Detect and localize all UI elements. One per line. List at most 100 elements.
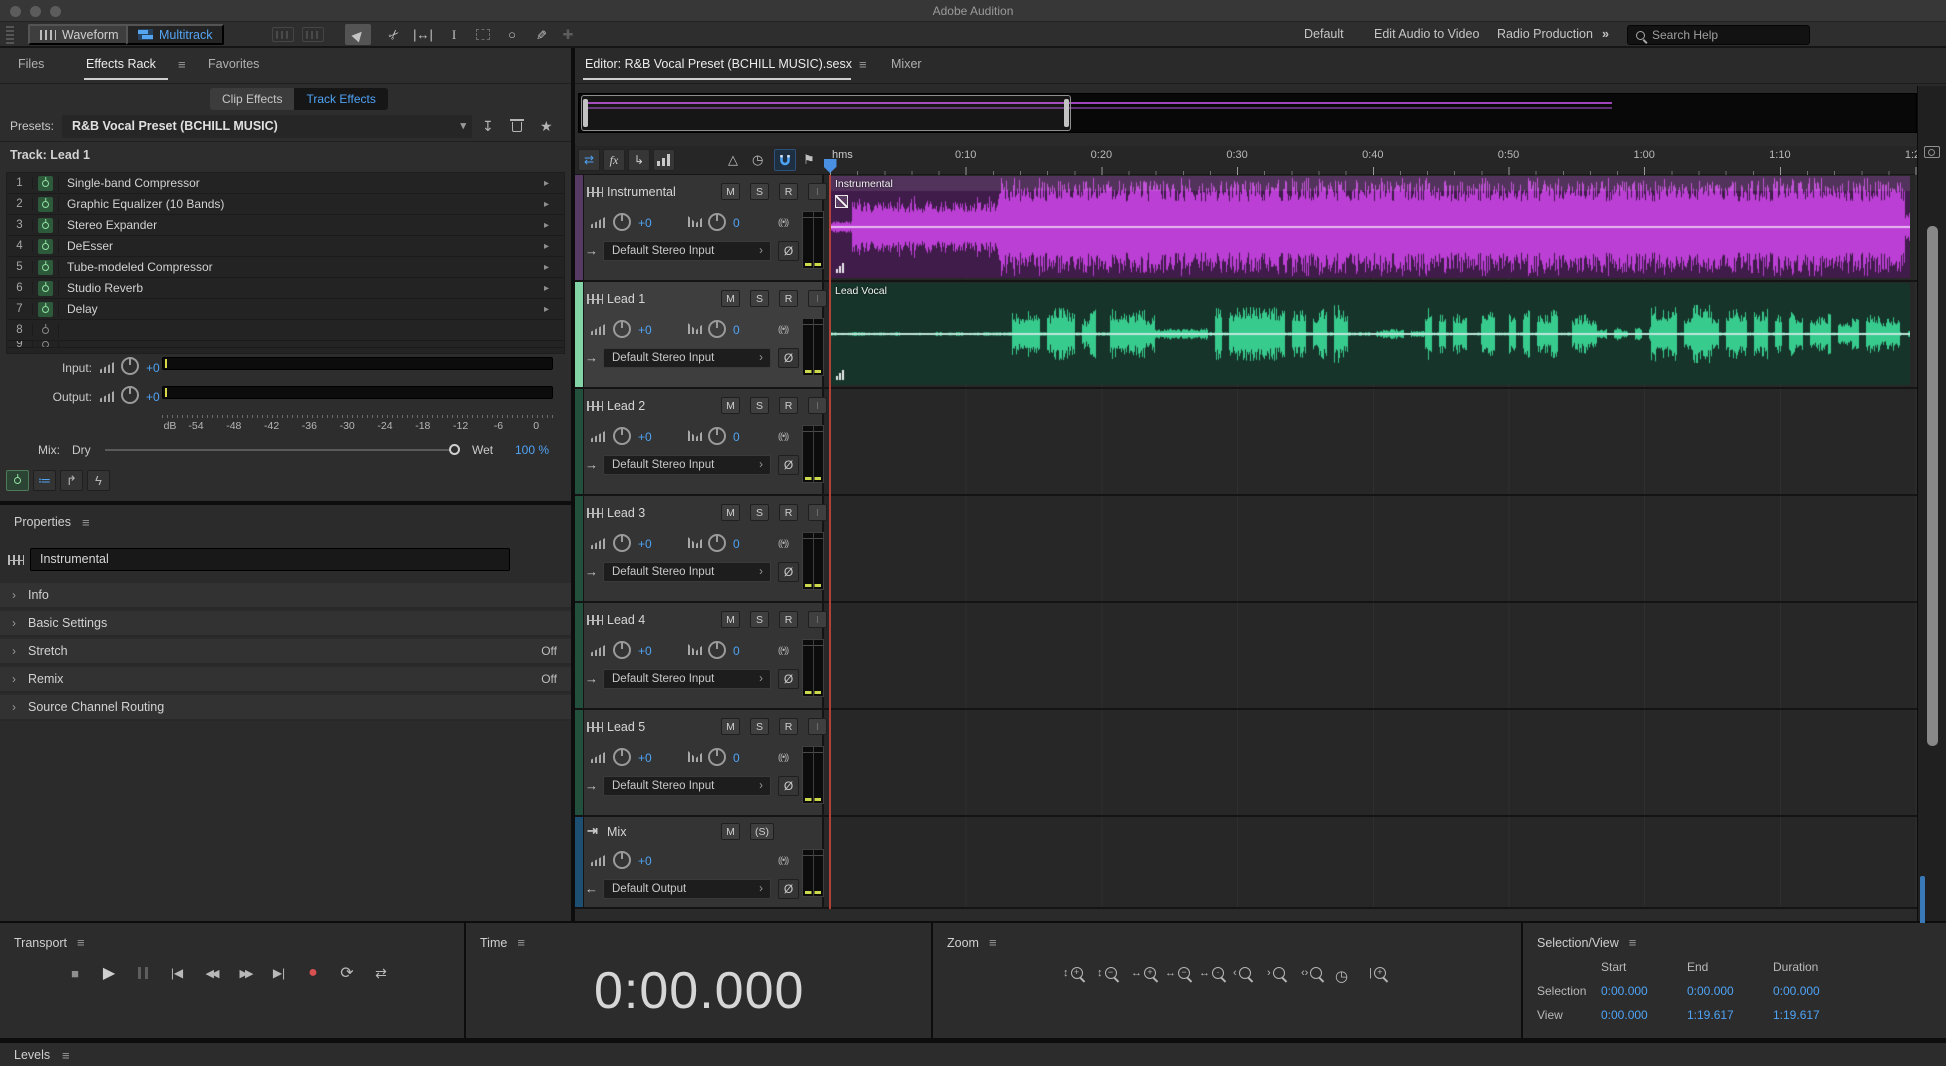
- routing-button[interactable]: ↳: [628, 149, 650, 171]
- arm-record-button[interactable]: R: [779, 504, 798, 521]
- phase-bypass-button[interactable]: Ø: [778, 241, 799, 261]
- effect-options-arrow-icon[interactable]: ▸: [544, 199, 564, 210]
- input-gain-value[interactable]: +0: [146, 361, 160, 375]
- input-dropdown[interactable]: Default Stereo Input›: [603, 241, 771, 261]
- time-display[interactable]: 0:00.000: [594, 961, 804, 1021]
- arm-record-button[interactable]: R: [779, 290, 798, 307]
- effect-slot-5[interactable]: 5Tube-modeled Compressor▸: [7, 257, 564, 278]
- marquee-selection-tool[interactable]: [470, 24, 496, 45]
- input-dropdown[interactable]: Default Stereo Input›: [603, 669, 771, 689]
- monitor-input-button[interactable]: I: [808, 611, 827, 628]
- mute-button[interactable]: M: [721, 611, 740, 628]
- volume-value[interactable]: +0: [638, 537, 652, 551]
- mix-slider[interactable]: [105, 449, 453, 451]
- spot-healing-brush-tool[interactable]: ✚: [555, 24, 581, 45]
- effect-options-arrow-icon[interactable]: ▸: [544, 283, 564, 294]
- metronome-icon[interactable]: △: [728, 152, 738, 168]
- audio-clip[interactable]: Lead Vocal: [830, 283, 1910, 385]
- track-header-lead-1[interactable]: Lead 1MSRI+00((•))→Default Stereo Input›…: [575, 282, 824, 387]
- tab-favorites[interactable]: Favorites: [208, 57, 259, 71]
- volume-value[interactable]: +0: [638, 430, 652, 444]
- track-lane-mix[interactable]: [824, 817, 1917, 907]
- monitor-input-button[interactable]: I: [808, 718, 827, 735]
- timeline-ruler[interactable]: hms 0:100:200:300:400:501:001:101:20: [824, 146, 1917, 175]
- zoom-out-horizontally-button[interactable]: ↔−: [1165, 967, 1190, 979]
- effect-power-icon[interactable]: [38, 197, 53, 212]
- zoom-in-left-edge-button[interactable]: ‹: [1233, 967, 1251, 979]
- zoom-in-horizontally-button[interactable]: ↔+: [1131, 967, 1156, 979]
- timed-recording-button[interactable]: ◷: [1335, 967, 1348, 985]
- solo-button[interactable]: S: [750, 183, 769, 200]
- effect-power-icon[interactable]: [38, 281, 53, 296]
- text-tool[interactable]: I: [441, 24, 467, 45]
- monitor-input-button[interactable]: I: [808, 290, 827, 307]
- properties-panel-menu-icon[interactable]: ≡: [82, 515, 90, 530]
- clip-effects-button[interactable]: fx: [603, 149, 625, 171]
- record-button[interactable]: ●: [298, 961, 328, 985]
- effect-options-arrow-icon[interactable]: ▸: [544, 304, 564, 315]
- volume-knob[interactable]: [613, 641, 631, 659]
- solo-button[interactable]: S: [750, 611, 769, 628]
- phase-bypass-button[interactable]: Ø: [778, 562, 799, 582]
- overview-viewport[interactable]: [581, 95, 1071, 131]
- property-row-basic-settings[interactable]: ›Basic Settings: [0, 611, 571, 637]
- track-lane-lead-4[interactable]: [824, 603, 1917, 708]
- move-playhead-to-next-button[interactable]: ▶|: [264, 961, 294, 985]
- workspace-edit-audio-to-video[interactable]: Edit Audio to Video: [1374, 27, 1479, 41]
- solo-button[interactable]: S: [750, 504, 769, 521]
- property-row-remix[interactable]: ›RemixOff: [0, 667, 571, 693]
- arm-record-button[interactable]: R: [779, 397, 798, 414]
- effect-power-icon[interactable]: [38, 176, 53, 191]
- delete-preset-icon[interactable]: [512, 122, 522, 132]
- track-name[interactable]: Lead 5: [607, 720, 645, 734]
- move-playhead-to-previous-button[interactable]: |◀: [162, 961, 192, 985]
- track-name[interactable]: Lead 4: [607, 613, 645, 627]
- track-lane-lead-3[interactable]: [824, 496, 1917, 601]
- volume-value[interactable]: +0: [638, 323, 652, 337]
- zoom-to-selection-button[interactable]: |+: [1369, 967, 1386, 979]
- transport-panel-menu-icon[interactable]: ≡: [77, 935, 85, 950]
- effect-options-arrow-icon[interactable]: ▸: [544, 178, 564, 189]
- track-lane-lead-1[interactable]: Lead Vocal: [824, 282, 1917, 387]
- arm-record-button[interactable]: R: [779, 611, 798, 628]
- input-dropdown[interactable]: Default Stereo Input›: [603, 776, 771, 796]
- tab-editor[interactable]: Editor: R&B Vocal Preset (BCHILL MUSIC).…: [585, 57, 852, 71]
- slip-tool[interactable]: |↔|: [410, 24, 436, 45]
- track-name[interactable]: Lead 1: [607, 292, 645, 306]
- volume-knob[interactable]: [613, 748, 631, 766]
- property-row-stretch[interactable]: ›StretchOff: [0, 639, 571, 665]
- track-header-lead-4[interactable]: Lead 4MSRI+00((•))→Default Stereo Input›…: [575, 603, 824, 708]
- paintbrush-selection-tool[interactable]: ✎: [527, 24, 553, 45]
- time-panel-menu-icon[interactable]: ≡: [517, 935, 525, 950]
- audio-clip[interactable]: Instrumental: [830, 176, 1910, 278]
- viewport-left-handle[interactable]: [583, 99, 588, 127]
- volume-value[interactable]: +0: [638, 644, 652, 658]
- arm-record-button[interactable]: R: [779, 183, 798, 200]
- solo-button[interactable]: S: [750, 397, 769, 414]
- volume-knob[interactable]: [613, 320, 631, 338]
- output-gain-knob[interactable]: [121, 386, 139, 404]
- effect-slot-3[interactable]: 3Stereo Expander▸: [7, 215, 564, 236]
- loop-playback-button[interactable]: ⟳: [332, 961, 362, 985]
- effect-slot-7[interactable]: 7Delay▸: [7, 299, 564, 320]
- mute-button[interactable]: M: [721, 183, 740, 200]
- favorite-star-icon[interactable]: ★: [540, 118, 553, 135]
- input-dropdown[interactable]: Default Stereo Input›: [603, 348, 771, 368]
- volume-knob[interactable]: [613, 213, 631, 231]
- move-tool[interactable]: ▶: [345, 24, 371, 45]
- output-gain-value[interactable]: +0: [146, 390, 160, 404]
- pan-knob[interactable]: [708, 641, 726, 659]
- phase-bypass-button[interactable]: Ø: [778, 776, 799, 796]
- clip-effects-toggle[interactable]: Clip Effects: [210, 88, 294, 110]
- rack-list-view-button[interactable]: ≔: [33, 470, 56, 491]
- effect-slot-6[interactable]: 6Studio Reverb▸: [7, 278, 564, 299]
- volume-knob[interactable]: [613, 851, 631, 869]
- phase-bypass-button[interactable]: Ø: [778, 348, 799, 368]
- session-overview-bar[interactable]: [578, 93, 1917, 133]
- vertical-scrollbar-thumb[interactable]: [1927, 226, 1938, 746]
- save-preset-icon[interactable]: ↧: [482, 118, 494, 135]
- track-lane-lead-2[interactable]: [824, 389, 1917, 494]
- track-lane-instrumental[interactable]: Instrumental: [824, 175, 1917, 280]
- property-row-source-channel-routing[interactable]: ›Source Channel Routing: [0, 695, 571, 721]
- effect-options-arrow-icon[interactable]: ▸: [544, 241, 564, 252]
